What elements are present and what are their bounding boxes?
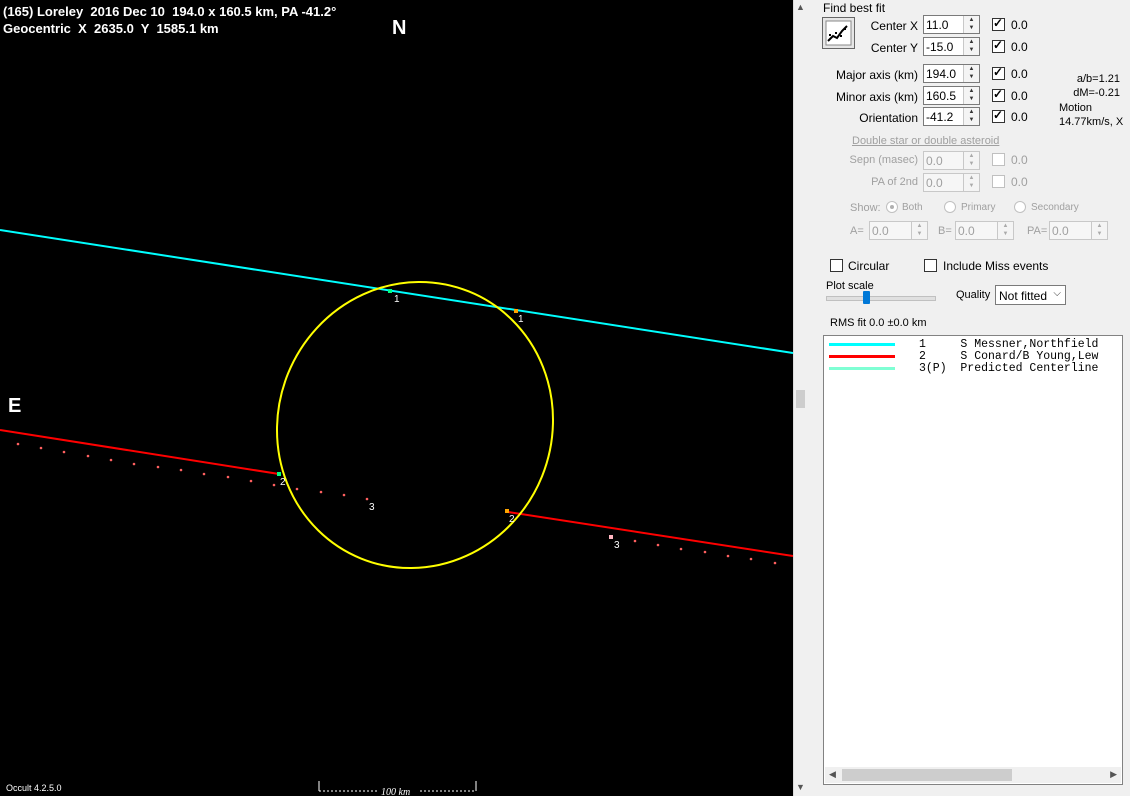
scroll-left-icon[interactable]: ◀ — [829, 769, 836, 780]
chord-label-3b: 3 — [614, 540, 620, 551]
include-miss-checkbox[interactable] — [924, 259, 937, 272]
pa-2nd-check-label: 0.0 — [1011, 175, 1028, 189]
a-label: A= — [850, 225, 864, 237]
chord-1-line — [0, 229, 793, 354]
motion-value: 14.77km/s, X — [1059, 116, 1124, 128]
chevron-down-icon: ⌵ — [1053, 288, 1061, 299]
sepn-label: Sepn (masec) — [849, 154, 918, 166]
chord-2-right-line — [507, 511, 793, 557]
major-axis-label: Major axis (km) — [835, 68, 918, 82]
major-axis-checkbox[interactable] — [992, 65, 1005, 80]
center-y-check-label: 0.0 — [1011, 40, 1028, 54]
asteroid-profile-ellipse — [275, 280, 555, 570]
chord-color-swatch — [829, 367, 895, 370]
show-primary-label: Primary — [961, 202, 996, 213]
rms-fit-label: RMS fit 0.0 ±0.0 km — [830, 317, 927, 329]
axis-ratio: a/b=1.21 — [1076, 73, 1120, 85]
show-both-radio[interactable] — [886, 201, 898, 213]
center-x-check-label: 0.0 — [1011, 18, 1028, 32]
major-axis-input[interactable]: 194.0 ▲ ▼ — [923, 64, 980, 83]
scale-bar-label: 100 km — [381, 787, 410, 796]
b-label: B= — [938, 225, 952, 237]
event-marker-2b — [505, 509, 509, 513]
show-primary-radio[interactable] — [944, 201, 956, 213]
minor-axis-label: Minor axis (km) — [835, 90, 918, 104]
show-secondary-label: Secondary — [1031, 202, 1079, 213]
minor-axis-check-label: 0.0 — [1011, 89, 1028, 103]
scroll-right-icon[interactable]: ▶ — [1110, 769, 1117, 780]
pa-2nd-checkbox[interactable] — [992, 175, 1005, 188]
motion-label: Motion — [1059, 102, 1093, 114]
chord-color-swatch — [829, 343, 895, 346]
a-input[interactable]: 0.0 ▲ ▼ — [869, 221, 928, 240]
plot-vertical-scrollbar[interactable]: ▲ ▼ — [793, 0, 808, 796]
quality-select[interactable]: Not fitted ⌵ — [995, 285, 1066, 305]
plot-scale-slider[interactable] — [826, 291, 936, 304]
chord-label-2b: 2 — [509, 514, 515, 525]
hscroll-thumb[interactable] — [842, 769, 1012, 781]
chord-label-2a: 2 — [280, 477, 286, 488]
delta-magnitude: dM=-0.21 — [1073, 87, 1120, 99]
center-x-checkbox[interactable] — [992, 16, 1005, 31]
sepn-input[interactable]: 0.0 ▲ ▼ — [923, 151, 980, 170]
include-miss-label: Include Miss events — [943, 259, 1049, 273]
show-label: Show: — [850, 202, 881, 214]
north-label: N — [392, 17, 407, 39]
plot-geocentric: Geocentric X 2635.0 Y 1585.1 km — [3, 21, 219, 36]
fit-control-panel: Find best fit Center X 11.0▲▼ 0.0 Center… — [808, 0, 1130, 796]
center-x-label: Center X — [870, 19, 918, 33]
plot-title: (165) Loreley 2016 Dec 10 194.0 x 160.5 … — [3, 4, 337, 19]
center-y-checkbox[interactable] — [992, 38, 1005, 53]
pa-input[interactable]: 0.0 ▲ ▼ — [1049, 221, 1108, 240]
listbox-horizontal-scrollbar[interactable]: ◀ ▶ — [825, 767, 1121, 783]
scroll-up-icon[interactable]: ▲ — [796, 2, 805, 12]
quality-label: Quality — [956, 289, 991, 301]
find-best-fit-label: Find best fit — [823, 1, 886, 15]
east-label: E — [8, 395, 22, 417]
chord-label-1b: 1 — [518, 314, 524, 325]
minor-axis-input[interactable]: 160.5 ▲ ▼ — [923, 86, 980, 105]
scroll-down-icon[interactable]: ▼ — [796, 782, 805, 792]
double-star-link[interactable]: Double star or double asteroid — [852, 135, 999, 147]
event-marker-1b — [514, 309, 518, 313]
pa-2nd-input[interactable]: 0.0 ▲ ▼ — [923, 173, 980, 192]
observers-listbox[interactable]: 1 S Messner,Northfield 2 S Conard/B Youn… — [823, 335, 1123, 785]
orientation-label: Orientation — [859, 111, 918, 125]
center-y-label: Center Y — [870, 41, 918, 55]
event-marker-1a — [388, 289, 392, 293]
list-item[interactable]: 3(P) Predicted Centerline — [824, 362, 1122, 375]
pa-2nd-label: PA of 2nd — [871, 176, 918, 188]
orientation-input[interactable]: -41.2 ▲ ▼ — [923, 107, 980, 126]
slider-thumb[interactable] — [863, 291, 870, 304]
orientation-checkbox[interactable] — [992, 108, 1005, 123]
chord-2-left-line — [0, 429, 280, 475]
circular-checkbox[interactable] — [830, 259, 843, 272]
b-input[interactable]: 0.0 ▲ ▼ — [955, 221, 1014, 240]
show-secondary-radio[interactable] — [1014, 201, 1026, 213]
version-label: Occult 4.2.5.0 — [6, 783, 62, 793]
circular-label: Circular — [848, 259, 890, 273]
center-y-input[interactable]: -15.0 ▲ ▼ — [923, 37, 980, 56]
orientation-check-label: 0.0 — [1011, 110, 1028, 124]
event-marker-2a — [277, 472, 281, 476]
show-both-label: Both — [902, 202, 923, 213]
major-axis-check-label: 0.0 — [1011, 67, 1028, 81]
predicted-centerline-dots — [16, 442, 777, 565]
pa-label: PA= — [1027, 225, 1048, 237]
event-marker-3b — [609, 535, 613, 539]
sepn-check-label: 0.0 — [1011, 153, 1028, 167]
sepn-checkbox[interactable] — [992, 153, 1005, 166]
occultation-plot[interactable]: 1 1 2 2 3 3 100 km (165) Loreley 2016 De… — [0, 0, 793, 796]
plot-canvas: 1 1 2 2 3 3 100 km — [0, 229, 793, 796]
chord-color-swatch — [829, 355, 895, 358]
slider-track — [826, 296, 936, 301]
chord-label-3a: 3 — [369, 502, 375, 513]
minor-axis-checkbox[interactable] — [992, 87, 1005, 102]
scroll-thumb[interactable] — [796, 390, 805, 408]
chord-label-1a: 1 — [394, 294, 400, 305]
center-x-input[interactable]: 11.0 ▲ ▼ — [923, 15, 980, 34]
